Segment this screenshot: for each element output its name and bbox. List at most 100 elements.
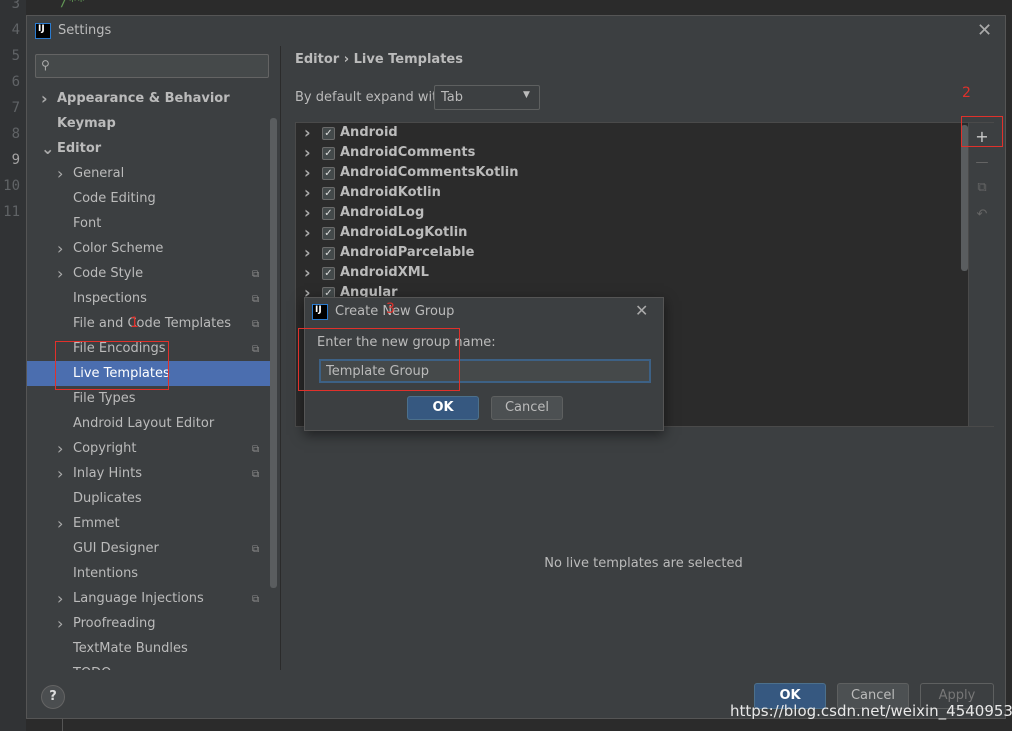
sidebar-item-font[interactable]: Font	[27, 211, 277, 236]
sidebar-item-gui-designer[interactable]: GUI Designer ⧉	[27, 536, 277, 561]
template-group-row[interactable]: › ✓ AndroidLogKotlin	[296, 223, 956, 243]
sidebar-item-label: Copyright	[73, 441, 137, 456]
chevron-right-icon[interactable]: ›	[304, 263, 311, 283]
settings-search-input[interactable]: ⚲	[35, 54, 269, 78]
code-comment-fragment: /**	[60, 0, 86, 10]
sidebar-item-code-style[interactable]: › Code Style ⧉	[27, 261, 277, 286]
group-checkbox[interactable]: ✓	[322, 187, 335, 200]
chevron-right-icon[interactable]: ›	[304, 203, 311, 223]
sidebar-item-label: Code Style	[73, 266, 144, 281]
annotation-label-1: 1	[130, 315, 139, 331]
chevron-right-icon[interactable]: ›	[57, 586, 63, 611]
sidebar-item-general[interactable]: › General	[27, 161, 277, 186]
group-checkbox[interactable]: ✓	[322, 267, 335, 280]
template-group-row[interactable]: › ✓ AndroidCommentsKotlin	[296, 163, 956, 183]
template-group-name: AndroidLogKotlin	[340, 225, 468, 240]
template-group-row[interactable]: › ✓ AndroidKotlin	[296, 183, 956, 203]
help-button[interactable]: ?	[41, 685, 65, 709]
sidebar-item-label: Intentions	[73, 566, 139, 581]
chevron-right-icon[interactable]: ›	[57, 261, 63, 286]
sidebar-item-textmate-bundles[interactable]: TextMate Bundles	[27, 636, 277, 661]
chevron-right-icon[interactable]: ›	[57, 161, 63, 186]
sidebar-item-label: Android Layout Editor	[73, 416, 215, 431]
sidebar-item-inspections[interactable]: Inspections ⧉	[27, 286, 277, 311]
template-group-row[interactable]: › ✓ Angular	[296, 283, 956, 297]
line-number: 10	[3, 178, 20, 194]
project-scope-icon: ⧉	[252, 444, 260, 455]
sidebar-item-label: Color Scheme	[73, 241, 164, 256]
intellij-logo-icon	[35, 23, 51, 39]
sidebar-item-duplicates[interactable]: Duplicates	[27, 486, 277, 511]
chevron-right-icon[interactable]: ›	[304, 223, 311, 243]
sidebar-item-label: Font	[73, 216, 102, 231]
line-number: 5	[11, 48, 20, 64]
sidebar-item-label: Inspections	[73, 291, 147, 306]
chevron-right-icon[interactable]: ›	[304, 183, 311, 203]
group-checkbox[interactable]: ✓	[322, 167, 335, 180]
template-group-name: AndroidParcelable	[340, 245, 475, 260]
chevron-right-icon[interactable]: ›	[41, 86, 48, 111]
sidebar-scrollbar[interactable]	[270, 118, 277, 588]
sidebar-item-emmet[interactable]: › Emmet	[27, 511, 277, 536]
template-group-name: AndroidComments	[340, 145, 476, 160]
template-group-row[interactable]: › ✓ AndroidParcelable	[296, 243, 956, 263]
sidebar-item-proofreading[interactable]: › Proofreading	[27, 611, 277, 636]
template-group-row[interactable]: › ✓ AndroidComments	[296, 143, 956, 163]
chevron-right-icon[interactable]: ›	[304, 163, 311, 183]
line-number: 3	[11, 0, 20, 12]
group-checkbox[interactable]: ✓	[322, 207, 335, 220]
chevron-right-icon[interactable]: ›	[57, 436, 63, 461]
chevron-right-icon[interactable]: ›	[57, 236, 63, 261]
search-icon: ⚲	[41, 58, 50, 72]
group-checkbox[interactable]: ✓	[322, 287, 335, 297]
sidebar-item-label: Editor	[57, 141, 102, 156]
chevron-right-icon[interactable]: ›	[304, 283, 311, 297]
copy-icon[interactable]: ⧉	[972, 178, 992, 198]
group-checkbox[interactable]: ✓	[322, 247, 335, 260]
sidebar-item-file-and-code-templates[interactable]: File and Code Templates ⧉	[27, 311, 277, 336]
template-group-row[interactable]: › ✓ Android	[296, 123, 956, 143]
sidebar-item-android-layout-editor[interactable]: Android Layout Editor	[27, 411, 277, 436]
template-group-row[interactable]: › ✓ AndroidLog	[296, 203, 956, 223]
project-scope-icon: ⧉	[252, 594, 260, 605]
template-group-row[interactable]: › ✓ AndroidXML	[296, 263, 956, 283]
chevron-right-icon[interactable]: ›	[57, 511, 63, 536]
dialog-ok-button[interactable]: OK	[407, 396, 479, 420]
group-checkbox[interactable]: ✓	[322, 147, 335, 160]
editor-gutter: 3 4 5 6 7 8 9 10 11	[0, 0, 26, 731]
annotation-box-2	[961, 116, 1003, 147]
sidebar-item-label: Language Injections	[73, 591, 204, 606]
dialog-cancel-button[interactable]: Cancel	[491, 396, 563, 420]
sidebar-item-label: GUI Designer	[73, 541, 159, 556]
intellij-logo-icon	[312, 304, 328, 320]
sidebar-item-todo[interactable]: TODO	[27, 661, 277, 670]
chevron-right-icon[interactable]: ›	[304, 143, 311, 163]
sidebar-item-inlay-hints[interactable]: › Inlay Hints ⧉	[27, 461, 277, 486]
close-icon[interactable]: ✕	[635, 301, 648, 320]
sidebar-item-language-injections[interactable]: › Language Injections ⧉	[27, 586, 277, 611]
restore-icon[interactable]: ↶	[972, 205, 992, 225]
line-number: 6	[11, 74, 20, 90]
sidebar-item-intentions[interactable]: Intentions	[27, 561, 277, 586]
watermark: https://blog.csdn.net/weixin_45409533	[730, 702, 1012, 720]
annotation-label-2: 2	[962, 85, 971, 101]
sidebar-item-copyright[interactable]: › Copyright ⧉	[27, 436, 277, 461]
chevron-right-icon[interactable]: ›	[304, 243, 311, 263]
sidebar-item-label: File and Code Templates	[73, 316, 231, 331]
expand-with-dropdown[interactable]: Tab ▼	[434, 85, 540, 110]
chevron-right-icon[interactable]: ›	[57, 461, 63, 486]
sidebar-item-appearance-behavior[interactable]: › Appearance & Behavior	[27, 86, 277, 111]
chevron-right-icon[interactable]: ›	[57, 611, 63, 636]
sidebar-item-color-scheme[interactable]: › Color Scheme	[27, 236, 277, 261]
chevron-right-icon[interactable]: ›	[304, 123, 311, 143]
sidebar-item-editor[interactable]: ⌄ Editor	[27, 136, 277, 161]
sidebar-item-code-editing[interactable]: Code Editing	[27, 186, 277, 211]
chevron-down-icon[interactable]: ⌄	[41, 136, 54, 161]
sidebar-item-keymap[interactable]: Keymap	[27, 111, 277, 136]
close-icon[interactable]: ✕	[977, 20, 992, 41]
group-checkbox[interactable]: ✓	[322, 127, 335, 140]
sidebar-item-label: Code Editing	[73, 191, 156, 206]
group-checkbox[interactable]: ✓	[322, 227, 335, 240]
remove-icon[interactable]: —	[972, 153, 992, 173]
template-group-name: AndroidLog	[340, 205, 425, 220]
